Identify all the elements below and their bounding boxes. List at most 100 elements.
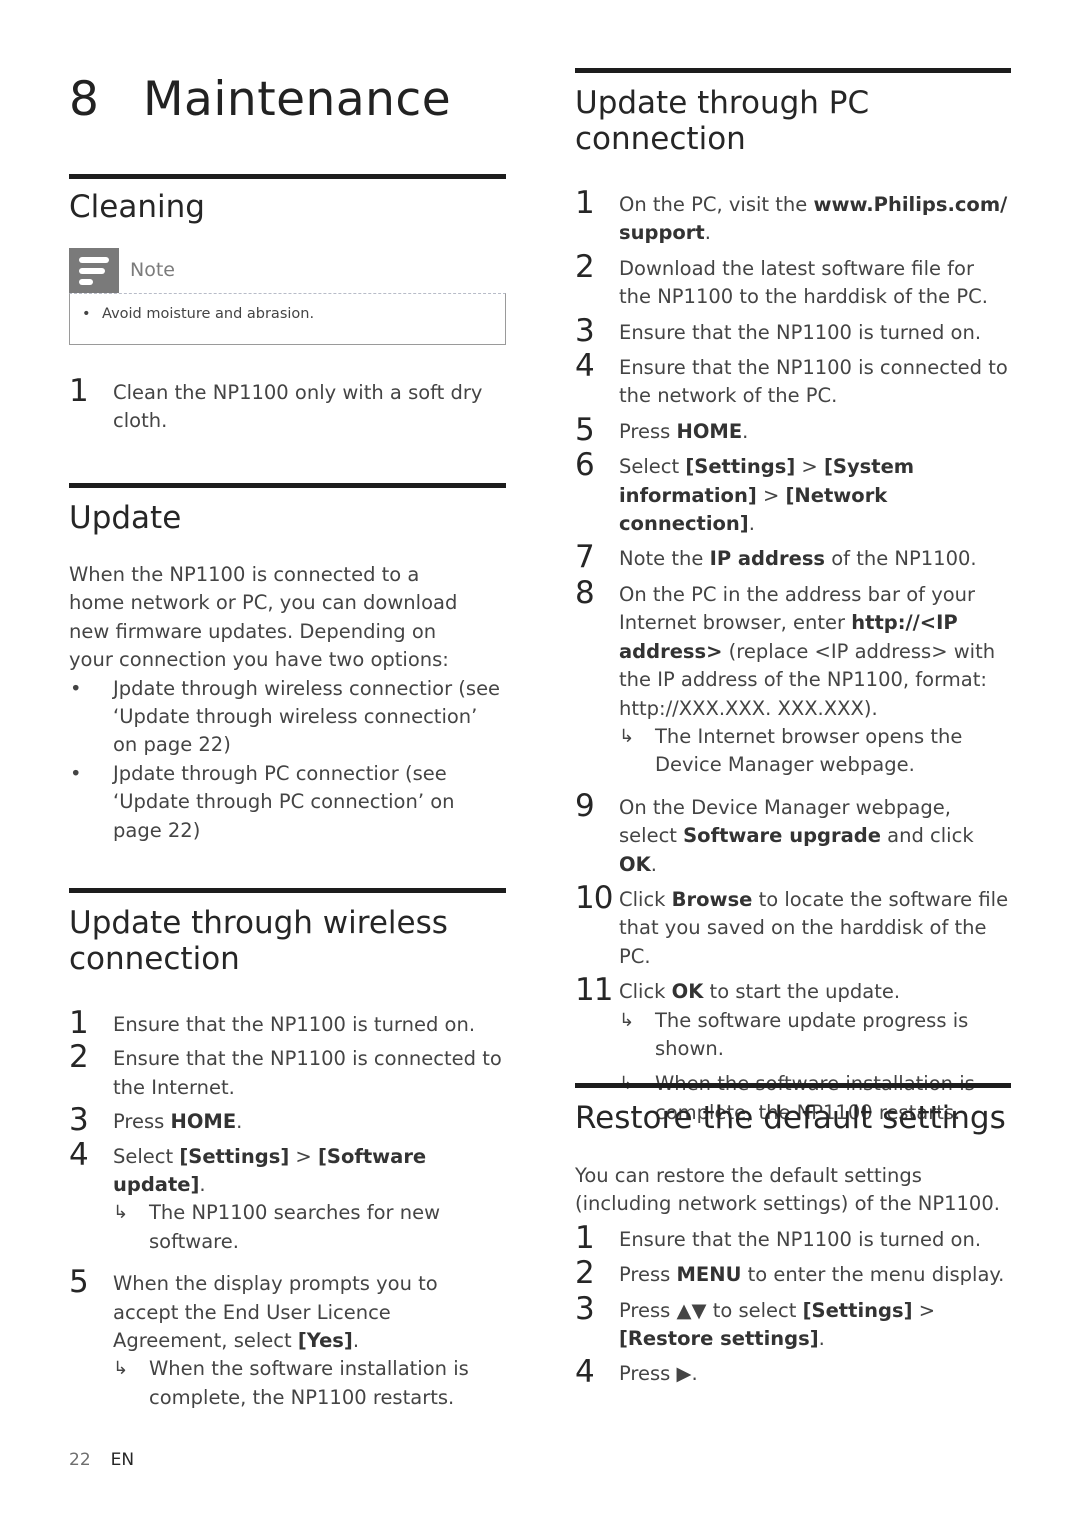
step-number: 1 (575, 185, 595, 221)
step-result: ↳ The software update progress is shown. (619, 1007, 1011, 1064)
pc-steps: 1 On the PC, visit the www.Philips.com/ s… (575, 185, 1011, 1127)
section-rule (575, 68, 1011, 73)
step-text: Ensure that the NP1100 is turned on. (113, 1013, 476, 1036)
step-item: 2 Download the latest software file for t… (575, 249, 1011, 312)
step-text: > (912, 1298, 936, 1322)
step-result: ↳ When the software installation is compl… (113, 1355, 506, 1412)
step-number: 3 (69, 1102, 89, 1139)
step-item: 2 Press MENU to enter the menu display. (575, 1255, 1011, 1291)
note-lines-icon (69, 248, 119, 293)
option-pc: • Jpdate through PC connectior (see ‘Upda… (69, 760, 506, 845)
step-text: . (352, 1329, 360, 1353)
step-text: Press (619, 419, 677, 443)
option-label: [Yes] (297, 1329, 353, 1353)
step-text: . (704, 221, 711, 245)
step-text: Ensure that the NP1100 is turned on. (619, 320, 982, 344)
section-title-update: Update (69, 500, 182, 536)
step-text: Select (619, 455, 686, 479)
step-text: . (742, 419, 749, 443)
chapter-name: Maintenance (143, 72, 452, 127)
step-item: 4 Press ▶. (575, 1354, 1011, 1390)
button-label: OK (671, 980, 704, 1004)
step-text: > (289, 1144, 318, 1168)
result-arrow-icon: ↳ (619, 725, 635, 747)
result-text: When the software installation is comple… (149, 1357, 469, 1409)
step-result: ↳ The NP1100 searches for new software. (113, 1199, 506, 1256)
step-number: 2 (69, 1039, 89, 1076)
step-number: 8 (575, 574, 595, 611)
step-number: 1 (69, 373, 89, 409)
step-text: . (199, 1173, 206, 1197)
step-item: 9 On the Device Manager webpage, select S… (575, 788, 1011, 879)
page-number: 22 (69, 1450, 91, 1470)
step-number: 9 (575, 787, 595, 824)
step-item: 5 Press HOME. (575, 412, 1011, 448)
chapter-title: 8 Maintenance (69, 72, 451, 127)
menu-label: [Settings] (179, 1144, 290, 1168)
step-item: 2 Ensure that the NP1100 is connected to … (69, 1039, 506, 1102)
key-label: MENU (676, 1263, 742, 1287)
language-code: EN (110, 1450, 135, 1470)
note-content: • Avoid moisture and abrasion. (69, 293, 506, 345)
section-restore: Restore the default settings You can res… (575, 1083, 1011, 1390)
update-options: • Jpdate through wireless connectior (see… (69, 675, 506, 845)
step-text: When the display prompts you to accept t… (113, 1272, 438, 1353)
step-text: Ensure that the NP1100 is turned on. (619, 1227, 982, 1251)
step-text: Click (619, 887, 672, 911)
step-result: ↳ The Internet browser opens the Device M… (619, 723, 1011, 780)
step-text: Press (113, 1110, 171, 1134)
option-text[interactable]: Jpdate through wireless connectior (see … (113, 677, 500, 757)
step-text: Select (113, 1144, 180, 1168)
menu-label: [Settings] (802, 1298, 913, 1322)
key-label: HOME (676, 419, 743, 443)
step-text: > (756, 483, 786, 507)
page-footer: 22 EN (69, 1450, 134, 1470)
step-item: 6 Select [Settings] > [System information… (575, 447, 1011, 538)
step-text: . (748, 512, 755, 536)
step-text: Press ▲▼ to select (619, 1298, 803, 1322)
section-rule (575, 1083, 1011, 1088)
step-number: 5 (69, 1264, 89, 1301)
step-item: 4 Select [Settings] > [Software update]. … (69, 1137, 506, 1257)
step-text: Click (619, 980, 672, 1004)
step-text: of the NP1100. (825, 547, 977, 571)
step-item: 1 Ensure that the NP1100 is turned on. (575, 1220, 1011, 1256)
section-rule (69, 888, 506, 893)
note-text: Avoid moisture and abrasion. (102, 306, 315, 322)
result-arrow-icon: ↳ (113, 1358, 129, 1380)
step-item: 4 Ensure that the NP1100 is connected to … (575, 348, 1011, 411)
cleaning-steps: 1 Clean the NP1100 only with a soft dry c… (69, 373, 506, 436)
result-text: The Internet browser opens the Device Ma… (655, 724, 963, 777)
step-number: 1 (69, 1005, 89, 1041)
step-text: and click (880, 824, 974, 848)
step-text: Ensure that the NP1100 is connected to t… (619, 356, 1008, 408)
section-title-wireless: Update through wireless connection (69, 905, 448, 977)
section-wireless: Update through wireless connection 1 Ensu… (69, 888, 506, 1412)
step-number: 5 (575, 411, 595, 448)
step-text: . (236, 1110, 243, 1134)
key-label: HOME (170, 1110, 237, 1134)
menu-label: [Settings] (685, 455, 796, 479)
note-box: Note • Avoid moisture and abrasion. (69, 248, 506, 345)
button-label: OK (619, 852, 651, 876)
bullet-icon: • (70, 761, 82, 785)
result-arrow-icon: ↳ (113, 1202, 129, 1224)
step-text: Download the latest software file for th… (619, 256, 988, 309)
step-item: 1 Ensure that the NP1100 is turned on. (69, 1005, 506, 1041)
step-number: 4 (69, 1136, 89, 1173)
section-rule (69, 174, 506, 179)
step-number: 10 (575, 879, 613, 916)
result-text: The software update progress is shown. (655, 1008, 969, 1060)
option-text[interactable]: Jpdate through PC connectior (see ‘Updat… (113, 762, 455, 842)
step-number: 4 (575, 348, 595, 385)
step-item: 10 Click Browse to locate the software fi… (575, 880, 1011, 971)
option-wireless: • Jpdate through wireless connectior (see… (69, 675, 506, 760)
step-text: On the PC, visit the (619, 193, 814, 216)
step-text: Note the (619, 547, 710, 571)
wireless-steps: 1 Ensure that the NP1100 is turned on. 2E… (69, 1005, 506, 1412)
bullet-icon: • (70, 676, 82, 700)
result-arrow-icon: ↳ (619, 1009, 635, 1031)
step-item: 1 Clean the NP1100 only with a soft dry c… (69, 373, 506, 436)
step-text: . (818, 1327, 825, 1351)
step-number: 2 (575, 248, 595, 285)
